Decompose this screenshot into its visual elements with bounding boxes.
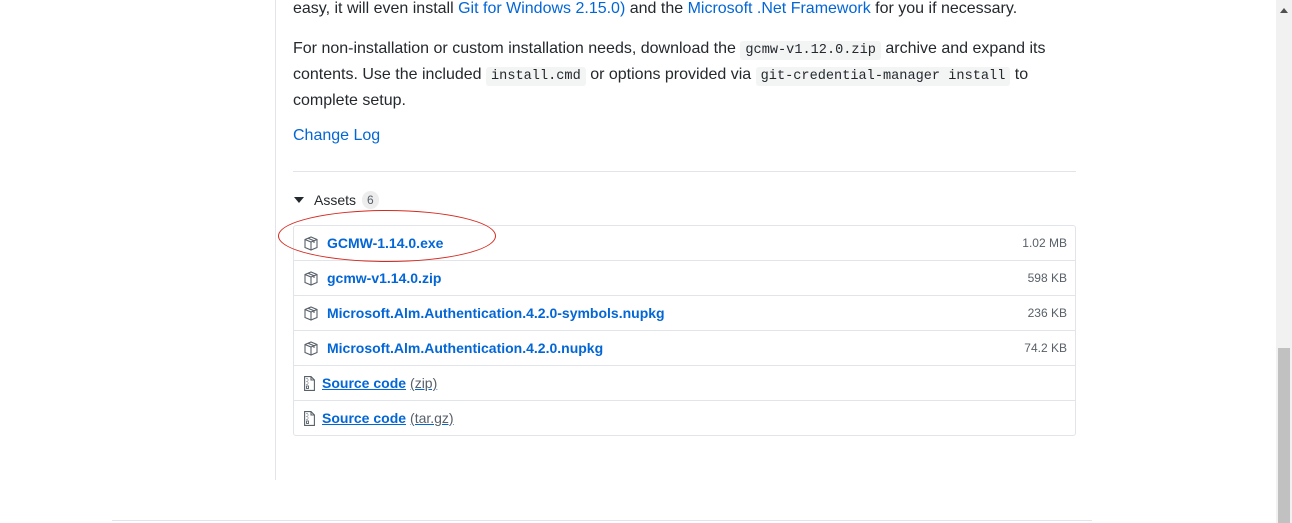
intro-text: easy, it will even install — [293, 0, 459, 17]
net-framework-link[interactable]: Microsoft .Net Framework — [688, 0, 871, 17]
caret-down-icon — [294, 197, 304, 203]
intro-paragraph: easy, it will even install Git for Windo… — [293, 0, 1093, 21]
package-icon — [303, 235, 319, 251]
asset-row: Source code (zip) — [294, 365, 1075, 400]
file-zip-icon — [302, 410, 316, 426]
source-code-zip-link[interactable]: Source code (zip) — [322, 371, 437, 395]
install-text-a: For non-installation or custom installat… — [293, 40, 741, 57]
git-for-windows-link[interactable]: Git for Windows 2.15.0) — [458, 0, 625, 17]
asset-row: gcmw-v1.14.0.zip 598 KB — [294, 260, 1075, 295]
asset-size: 598 KB — [1027, 271, 1067, 285]
intro-text-middle: and the — [625, 0, 688, 17]
asset-link-gcmw-zip[interactable]: gcmw-v1.14.0.zip — [327, 266, 441, 290]
vertical-scrollbar[interactable] — [1276, 0, 1292, 523]
scrollbar-thumb[interactable] — [1278, 348, 1290, 523]
zip-code: gcmw-v1.12.0.zip — [740, 41, 881, 60]
install-paragraph: For non-installation or custom installat… — [293, 37, 1076, 113]
assets-toggle[interactable]: Assets 6 — [293, 190, 379, 210]
scroll-up-button[interactable] — [1276, 0, 1292, 20]
package-icon — [303, 340, 319, 356]
footer-divider — [112, 520, 1092, 521]
timeline-line — [275, 0, 276, 480]
asset-link-symbols-nupkg[interactable]: Microsoft.Alm.Authentication.4.2.0-symbo… — [327, 301, 665, 325]
file-zip-icon — [302, 375, 316, 391]
changelog-link[interactable]: Change Log — [293, 124, 380, 148]
asset-link-nupkg[interactable]: Microsoft.Alm.Authentication.4.2.0.nupkg — [327, 336, 603, 360]
package-icon — [303, 305, 319, 321]
intro-text-suffix: for you if necessary. — [870, 0, 1018, 17]
divider — [293, 171, 1076, 172]
asset-row: Microsoft.Alm.Authentication.4.2.0-symbo… — [294, 295, 1075, 330]
install-text-c: or options provided via — [585, 66, 756, 83]
install-cmd-code: install.cmd — [486, 67, 586, 86]
asset-row: Microsoft.Alm.Authentication.4.2.0.nupkg… — [294, 330, 1075, 365]
assets-count-badge: 6 — [362, 191, 379, 209]
package-icon — [303, 270, 319, 286]
source-code-targz-link[interactable]: Source code (tar.gz) — [322, 406, 454, 430]
assets-title: Assets — [314, 192, 357, 208]
asset-row: GCMW-1.14.0.exe 1.02 MB — [294, 226, 1075, 260]
asset-size: 236 KB — [1027, 306, 1067, 320]
asset-size: 74.2 KB — [1024, 341, 1067, 355]
source-code-label: Source code — [322, 410, 407, 426]
assets-list: GCMW-1.14.0.exe 1.02 MB gcmw-v1.14.0.zip… — [293, 225, 1076, 436]
page: easy, it will even install Git for Windo… — [0, 0, 1292, 523]
asset-size: 1.02 MB — [1022, 236, 1067, 250]
source-code-format: (zip) — [410, 375, 438, 391]
source-code-label: Source code — [322, 375, 407, 391]
arrow-up-icon — [1280, 7, 1288, 13]
source-code-format: (tar.gz) — [410, 410, 454, 426]
asset-link-gcmw-exe[interactable]: GCMW-1.14.0.exe — [327, 231, 443, 255]
asset-row: Source code (tar.gz) — [294, 400, 1075, 435]
gcm-install-code: git-credential-manager install — [755, 67, 1011, 86]
